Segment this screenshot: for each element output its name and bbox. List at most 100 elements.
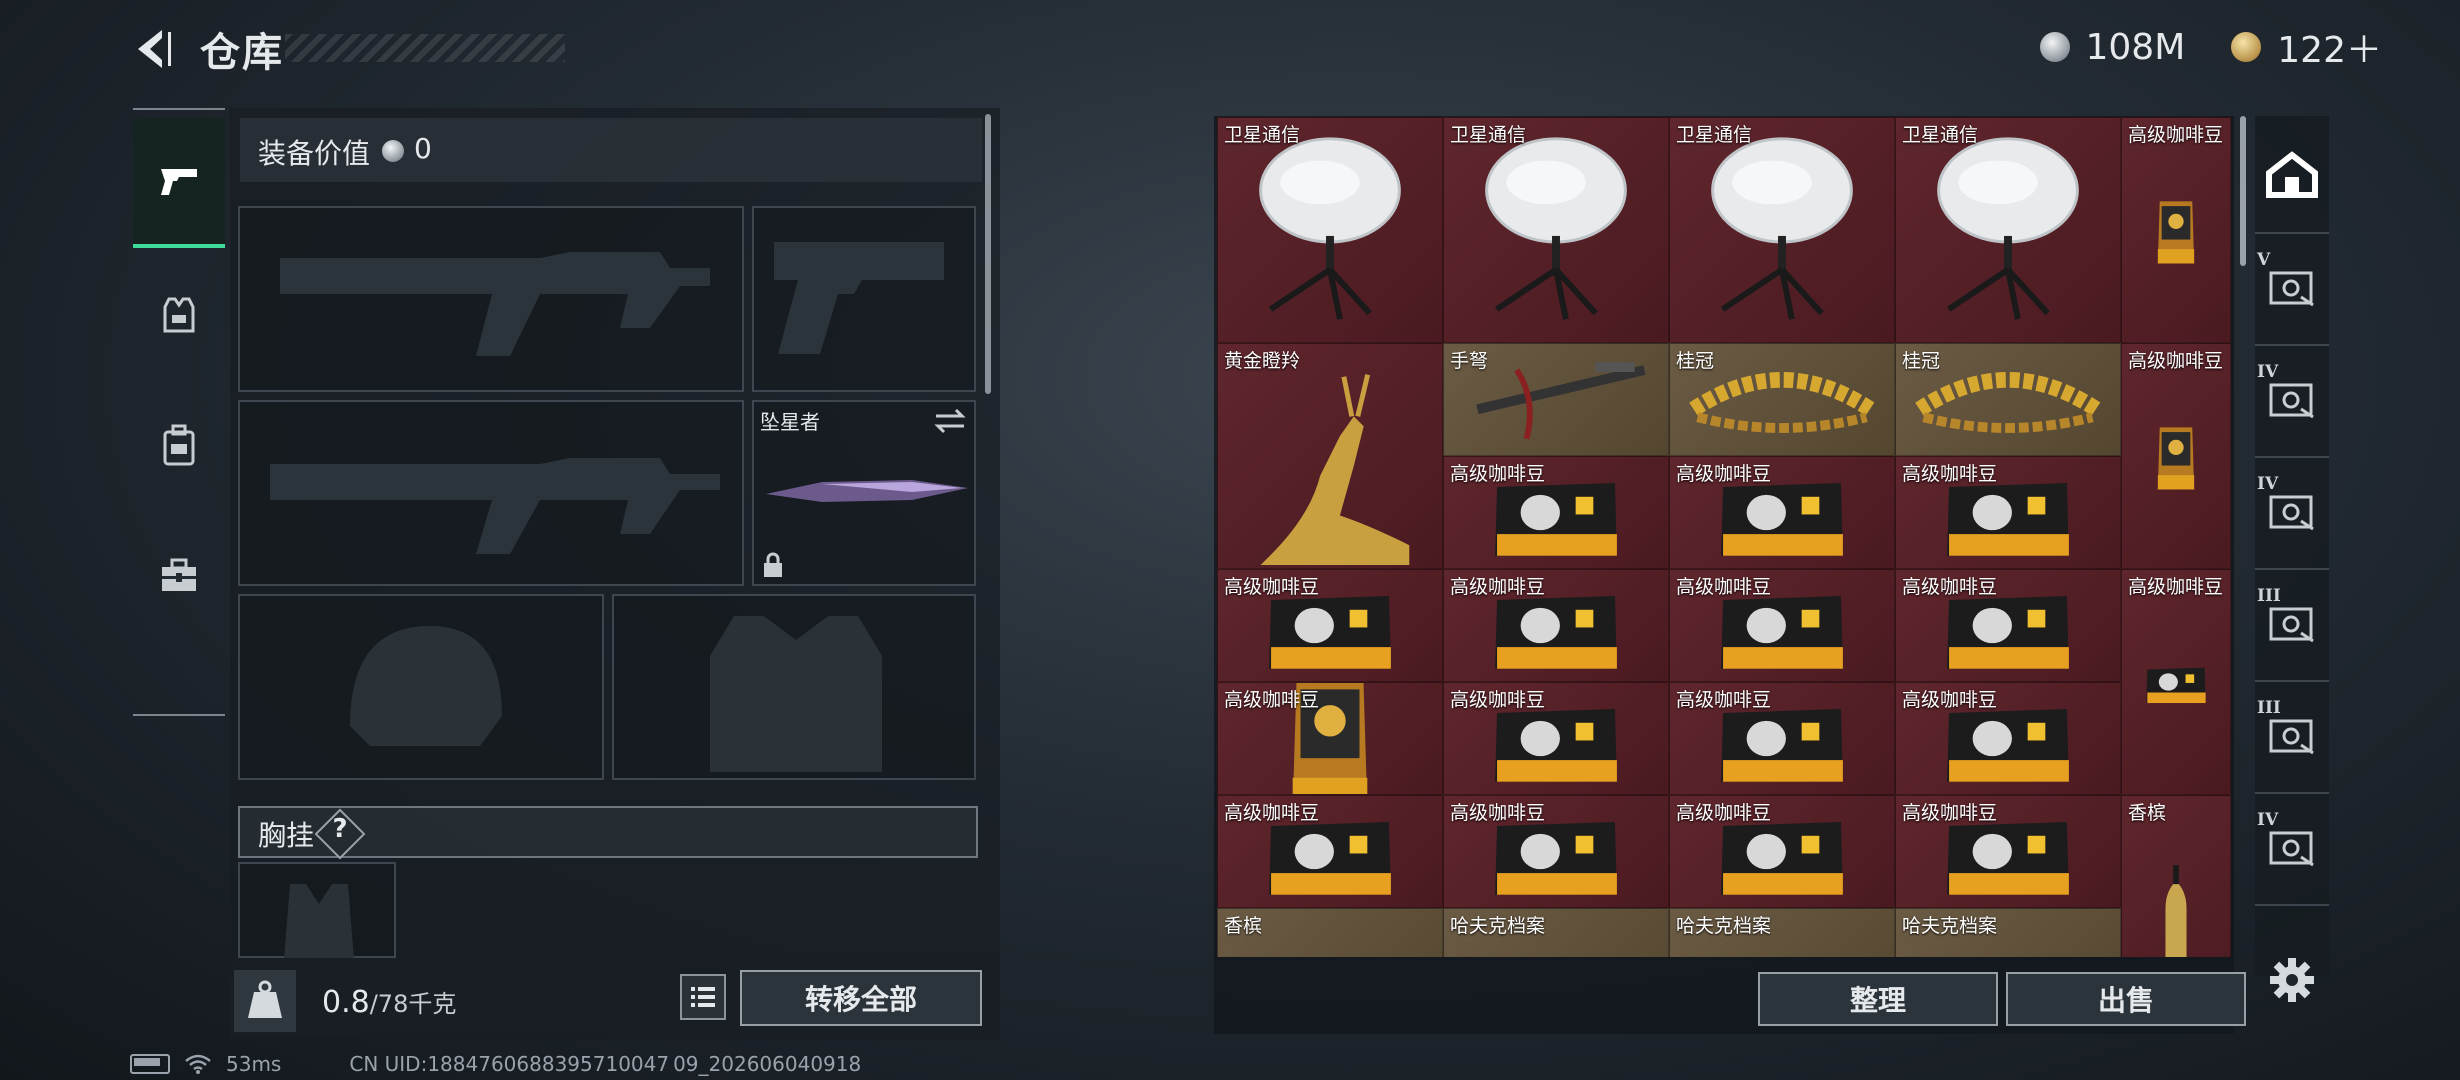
storage-item-cell[interactable]: 高级咖啡豆 xyxy=(1443,569,1669,682)
storage-item-cell[interactable]: 哈夫克档案 xyxy=(1895,908,2121,957)
nav-item-backpack[interactable] xyxy=(133,380,225,510)
nav-item-armor[interactable] xyxy=(133,250,225,380)
storage-item-cell[interactable]: 高级咖啡豆 xyxy=(1217,795,1443,908)
storage-item-cell[interactable]: 高级咖啡豆 xyxy=(1669,456,1895,569)
storage-item-cell[interactable]: 高级咖啡豆 xyxy=(1669,795,1895,908)
pistol-silhouette-icon xyxy=(774,242,944,354)
storage-item-cell[interactable]: 香槟 xyxy=(2121,795,2231,957)
storage-item-label: 高级咖啡豆 xyxy=(2128,350,2224,372)
sidearm-slot[interactable] xyxy=(752,206,976,392)
settings-button[interactable] xyxy=(2262,950,2322,1010)
storage-item-label: 高级咖啡豆 xyxy=(1224,689,1320,711)
list-view-button[interactable] xyxy=(680,974,726,1020)
storage-item-cell[interactable]: 卫星通信 xyxy=(1443,117,1669,343)
storage-item-cell[interactable]: 高级咖啡豆 xyxy=(1669,682,1895,795)
storage-tab[interactable]: III xyxy=(2255,682,2329,794)
gear-icon xyxy=(2270,958,2314,1002)
rig-silhouette-icon xyxy=(284,884,354,960)
storage-item-label: 手弩 xyxy=(1450,350,1489,372)
storage-tab[interactable]: V xyxy=(2255,234,2329,346)
storage-item-cell[interactable]: 高级咖啡豆 xyxy=(1217,569,1443,682)
sell-button[interactable]: 出售 xyxy=(2006,972,2246,1026)
storage-item-label: 高级咖啡豆 xyxy=(1450,802,1546,824)
storage-tab[interactable]: IV xyxy=(2255,346,2329,458)
storage-item-cell[interactable]: 高级咖啡豆 xyxy=(1443,682,1669,795)
silver-amount: 108M xyxy=(2085,26,2186,68)
helmet-slot[interactable] xyxy=(238,594,604,780)
sort-button[interactable]: 整理 xyxy=(1758,972,1998,1026)
storage-tab[interactable] xyxy=(2255,122,2329,234)
storage-tab[interactable]: III xyxy=(2255,570,2329,682)
storage-item-cell[interactable]: 高级咖啡豆 xyxy=(2121,569,2231,795)
storage-item-label: 黄金瞪羚 xyxy=(1224,350,1301,372)
storage-item-label: 香槟 xyxy=(1224,915,1263,937)
title-decoration xyxy=(285,34,565,62)
storage-item-label: 桂冠 xyxy=(1676,350,1715,372)
storage-item-cell[interactable]: 卫星通信 xyxy=(1217,117,1443,343)
knife-icon xyxy=(766,480,968,502)
tab-tier-label: IV xyxy=(2257,362,2279,382)
warehouse-icon xyxy=(2265,151,2319,203)
storage-item-cell[interactable]: 高级咖啡豆 xyxy=(1217,682,1443,795)
storage-item-label: 高级咖啡豆 xyxy=(1450,689,1546,711)
storage-item-label: 高级咖啡豆 xyxy=(1676,689,1772,711)
storage-item-cell[interactable]: 高级咖啡豆 xyxy=(1443,456,1669,569)
storage-item-cell[interactable]: 哈夫克档案 xyxy=(1443,908,1669,957)
storage-item-cell[interactable]: 高级咖啡豆 xyxy=(2121,117,2231,343)
nav-item-items[interactable] xyxy=(133,510,225,640)
storage-item-cell[interactable]: 高级咖啡豆 xyxy=(1895,795,2121,908)
pistol-icon xyxy=(161,169,197,195)
storage-item-label: 卫星通信 xyxy=(1450,124,1527,146)
storage-item-cell[interactable]: 卫星通信 xyxy=(1895,117,2121,343)
storage-item-cell[interactable]: 高级咖啡豆 xyxy=(2121,343,2231,569)
primary-weapon-slot[interactable] xyxy=(238,206,744,392)
tab-tier-label: III xyxy=(2257,698,2281,718)
storage-item-label: 高级咖啡豆 xyxy=(1902,463,1998,485)
storage-item-cell[interactable]: 黄金瞪羚 xyxy=(1217,343,1443,569)
melee-name: 坠星者 xyxy=(760,410,820,434)
left-category-nav xyxy=(133,108,225,716)
transfer-all-button[interactable]: 转移全部 xyxy=(740,970,982,1026)
toolbox-icon xyxy=(162,558,196,591)
storage-item-label: 卫星通信 xyxy=(1902,124,1979,146)
loadout-scrollbar[interactable] xyxy=(985,114,991,394)
storage-tab[interactable]: IV xyxy=(2255,458,2329,570)
storage-item-cell[interactable]: 桂冠 xyxy=(1669,343,1895,456)
storage-item-cell[interactable]: 香槟 xyxy=(1217,908,1443,957)
storage-item-label: 高级咖啡豆 xyxy=(2128,576,2224,598)
storage-item-cell[interactable]: 哈夫克档案 xyxy=(1669,908,1895,957)
case-iv-icon xyxy=(2267,491,2317,535)
lock-icon xyxy=(764,552,782,577)
storage-item-label: 香槟 xyxy=(2128,802,2167,824)
ping-text: 53ms xyxy=(226,1052,282,1076)
nav-item-weapons[interactable] xyxy=(133,118,225,248)
currency-bar: 108M 122＋ xyxy=(2039,21,2382,73)
weight-current: 0.8 xyxy=(322,985,370,1020)
equipment-value-label: 装备价值 xyxy=(258,137,371,170)
storage-scrollbar[interactable] xyxy=(2240,116,2246,266)
wifi-icon xyxy=(185,1054,211,1074)
rifle-silhouette-icon xyxy=(280,252,710,356)
storage-item-cell[interactable]: 手弩 xyxy=(1443,343,1669,456)
storage-item-cell[interactable]: 高级咖啡豆 xyxy=(1895,569,2121,682)
gold-amount[interactable]: 122＋ xyxy=(2277,21,2382,73)
storage-item-cell[interactable]: 高级咖啡豆 xyxy=(1443,795,1669,908)
storage-item-label: 高级咖啡豆 xyxy=(1676,802,1772,824)
storage-item-cell[interactable]: 卫星通信 xyxy=(1669,117,1895,343)
backpack-icon xyxy=(163,424,195,466)
storage-item-cell[interactable]: 高级咖啡豆 xyxy=(1669,569,1895,682)
tab-tier-label: IV xyxy=(2257,474,2279,494)
storage-item-label: 哈夫克档案 xyxy=(1676,915,1772,937)
storage-tab[interactable]: IV xyxy=(2255,794,2329,906)
chest-rig-slot[interactable] xyxy=(238,862,396,960)
swap-icon[interactable] xyxy=(934,408,966,434)
storage-item-label: 高级咖啡豆 xyxy=(1450,576,1546,598)
storage-item-cell[interactable]: 桂冠 xyxy=(1895,343,2121,456)
case-iv-icon xyxy=(2267,379,2317,423)
storage-item-cell[interactable]: 高级咖啡豆 xyxy=(1895,456,2121,569)
storage-item-cell[interactable]: 高级咖啡豆 xyxy=(1895,682,2121,795)
secondary-weapon-slot[interactable] xyxy=(238,400,744,586)
back-button[interactable] xyxy=(128,24,178,74)
body-armor-slot[interactable] xyxy=(612,594,976,780)
melee-slot[interactable]: 坠星者 xyxy=(752,400,976,586)
